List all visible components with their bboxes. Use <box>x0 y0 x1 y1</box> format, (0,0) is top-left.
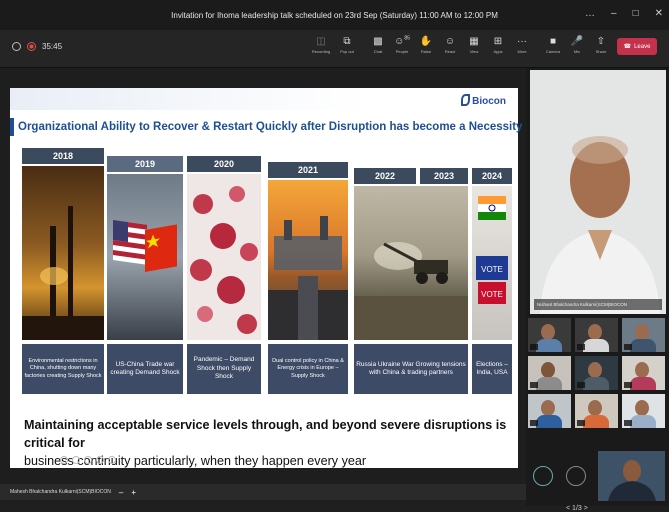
slide-zoom-icon[interactable] <box>96 456 104 464</box>
year-2023: 2023 <box>420 168 468 184</box>
participant-tile[interactable] <box>575 394 618 428</box>
us-china-flags-image <box>107 174 183 340</box>
view-button[interactable]: ▦ View <box>463 36 485 54</box>
smokestack-image <box>22 166 104 340</box>
close-icon[interactable]: ✕ <box>655 8 663 19</box>
apps-icon: ⊞ <box>493 36 503 47</box>
slide-header-band <box>10 88 518 110</box>
speaker-name-tag: Nishant Bhalchandra Kulkarni(SCM)BIOCON <box>534 299 662 310</box>
record-icon: ◫ <box>316 36 326 47</box>
self-view-image <box>608 460 656 501</box>
year-2018: 2018 <box>22 148 104 164</box>
war-image <box>354 186 468 340</box>
main-speaker-video: Nishant Bhalchandra Kulkarni(SCM)BIOCON <box>530 70 666 314</box>
more-window-icon[interactable]: … <box>585 8 595 19</box>
window-title: Invitation for Ihoma leadership talk sch… <box>171 10 498 20</box>
slide-next-icon[interactable] <box>72 456 80 464</box>
participant-tile[interactable] <box>528 394 571 428</box>
apps-button[interactable]: ⊞ Apps <box>487 36 509 54</box>
participant-tile[interactable] <box>575 318 618 352</box>
timer-text: 35:45 <box>42 42 63 51</box>
phone-icon: ☎ <box>623 44 632 50</box>
caption-2019: US-China Trade war creating Demand Shock <box>107 344 183 394</box>
participant-tile[interactable] <box>528 318 571 352</box>
presentation-slide: Biocon Organizational Ability to Recover… <box>10 88 523 468</box>
slide-prev-icon[interactable] <box>60 456 68 464</box>
self-avatar-button[interactable] <box>533 466 553 486</box>
react-button[interactable]: ☺ React <box>439 36 461 54</box>
meeting-timer: 35:45 <box>12 42 62 51</box>
caption-2024: Elections – India, USA <box>472 344 512 394</box>
slide-navigation-tools <box>60 456 116 464</box>
more-icon: ··· <box>517 36 527 47</box>
view-icon: ▦ <box>469 36 479 47</box>
recording-button[interactable]: ◫ Recording <box>310 36 332 54</box>
smiley-icon: ☺ <box>444 36 456 47</box>
camera-button[interactable]: ■ Camera <box>542 36 564 54</box>
people-button[interactable]: ☺85 People <box>391 36 413 54</box>
shield-icon <box>12 42 21 51</box>
caption-2018: Environmental restrictions in China, shu… <box>22 344 104 394</box>
pop-out-icon: ⧉ <box>343 36 351 47</box>
self-view-video <box>598 451 665 501</box>
slide-more-icon[interactable] <box>108 456 116 464</box>
pop-out-button[interactable]: ⧉ Pop out <box>336 36 358 54</box>
caption-2021: Dual control policy in China & Energy cr… <box>268 344 348 394</box>
more-options-button[interactable] <box>566 466 586 486</box>
slide-body-line-1: Maintaining acceptable service levels th… <box>24 418 507 450</box>
biocon-logo-icon <box>461 94 471 106</box>
people-icon: ☺85 <box>394 36 410 48</box>
participant-tile[interactable] <box>622 356 665 390</box>
window-controls: … – □ ✕ <box>585 8 663 19</box>
speaker-image <box>530 70 666 314</box>
minimize-icon[interactable]: – <box>611 8 617 19</box>
pager-next-icon[interactable]: > <box>584 505 588 512</box>
mic-icon: 🎤 <box>570 36 584 47</box>
maximize-icon[interactable]: □ <box>633 8 639 19</box>
election-image: VOTE VOTE <box>472 186 512 340</box>
zoom-in-icon[interactable]: + <box>131 488 136 497</box>
meeting-toolbar: 35:45 ◫ Recording ⧉ Pop out ▩ Chat ☺85 P… <box>0 30 669 68</box>
title-accent <box>10 118 14 136</box>
mic-button[interactable]: 🎤 Mic <box>566 36 588 54</box>
recording-dot-icon <box>27 42 36 51</box>
leave-button[interactable]: ☎ Leave <box>617 38 657 55</box>
zoom-out-icon[interactable]: – <box>119 488 123 497</box>
more-button[interactable]: ··· More <box>511 36 533 54</box>
slide-pen-icon[interactable] <box>84 456 92 464</box>
svg-text:VOTE: VOTE <box>481 265 503 274</box>
participant-tile[interactable] <box>622 318 665 352</box>
participant-tile[interactable] <box>622 394 665 428</box>
hand-icon: ✋ <box>419 36 433 47</box>
participant-tile[interactable] <box>528 356 571 390</box>
raise-hand-button[interactable]: ✋ Raise <box>415 36 437 54</box>
brand-logo: Biocon <box>461 94 506 107</box>
presenter-name: Mahesh Bhalchandra Kulkarni(SCM)BIOCON <box>10 489 111 495</box>
year-2019: 2019 <box>107 156 183 172</box>
participant-pager[interactable]: < 1/3 > <box>566 505 588 512</box>
camera-icon: ■ <box>549 36 557 47</box>
year-2020: 2020 <box>187 156 261 172</box>
caption-2020: Pandemic – Demand Shock then Supply Shoc… <box>187 344 261 394</box>
share-icon: ⇧ <box>596 36 606 47</box>
caption-2022: Russia Ukraine War Growing tensions with… <box>354 344 468 394</box>
share-button[interactable]: ⇧ Share <box>590 36 612 54</box>
slide-title: Organizational Ability to Recover & Rest… <box>18 121 523 133</box>
participant-panel: Nishant Bhalchandra Kulkarni(SCM)BIOCON … <box>526 68 669 512</box>
presenter-bar: Mahesh Bhalchandra Kulkarni(SCM)BIOCON –… <box>0 484 526 500</box>
year-2021: 2021 <box>268 162 348 178</box>
year-2024: 2024 <box>472 168 512 184</box>
power-plant-image <box>268 180 348 340</box>
year-2022: 2022 <box>354 168 416 184</box>
participant-tile[interactable] <box>575 356 618 390</box>
virus-image <box>187 174 261 340</box>
chat-button[interactable]: ▩ Chat <box>367 36 389 54</box>
pager-prev-icon[interactable]: < <box>566 505 570 512</box>
svg-text:VOTE: VOTE <box>481 290 503 299</box>
title-bar: Invitation for Ihoma leadership talk sch… <box>0 0 669 30</box>
chat-icon: ▩ <box>373 36 383 47</box>
